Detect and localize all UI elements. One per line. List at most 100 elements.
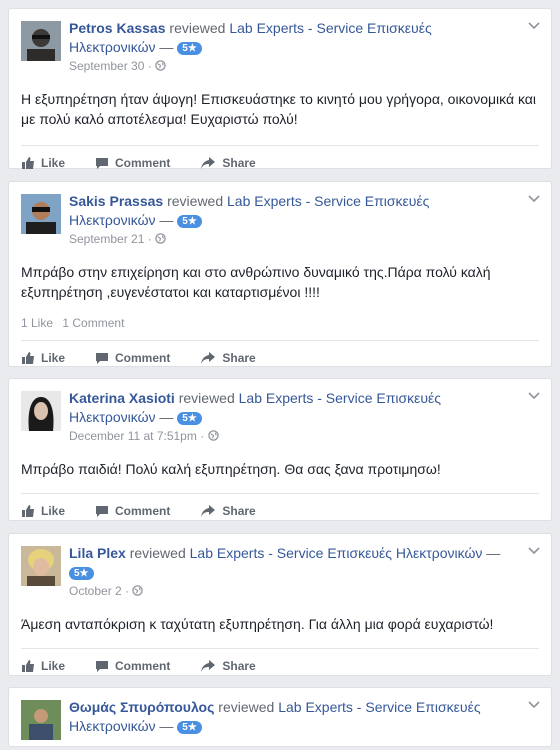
review-author[interactable]: Katerina Xasioti <box>69 390 175 406</box>
comment-label: Comment <box>115 659 171 673</box>
review-card: Petros Kassas reviewed Lab Experts - Ser… <box>8 8 552 170</box>
comment-button[interactable]: Comment <box>95 156 170 170</box>
like-label: Like <box>41 351 66 365</box>
share-label: Share <box>222 351 256 365</box>
dash: — <box>159 409 174 425</box>
comment-label: Comment <box>115 351 171 365</box>
comment-button[interactable]: Comment <box>95 659 170 673</box>
like-button[interactable]: Like <box>21 659 65 673</box>
comment-icon <box>96 661 109 672</box>
meta-dot: · <box>125 584 130 598</box>
dash: — <box>159 39 174 55</box>
review-card: Lila Plex reviewed Lab Experts - Service… <box>8 533 552 676</box>
reviewed-text: reviewed <box>218 699 275 715</box>
rating-badge: 5★ <box>177 215 202 228</box>
avatar[interactable] <box>21 546 61 586</box>
review-author[interactable]: Lila Plex <box>69 545 126 561</box>
review-date[interactable]: September 21 <box>69 232 144 246</box>
avatar[interactable] <box>21 194 61 234</box>
like-button[interactable]: Like <box>21 351 65 365</box>
comment-count[interactable]: 1 Comment <box>62 316 124 330</box>
chevron-down-icon[interactable] <box>527 21 541 31</box>
comment-icon <box>96 353 109 364</box>
review-header: Petros Kassas reviewed Lab Experts - Ser… <box>9 9 551 75</box>
chevron-down-icon[interactable] <box>527 194 541 204</box>
globe-icon <box>155 60 166 71</box>
share-icon <box>201 660 216 672</box>
review-date[interactable]: December 11 at 7:51pm <box>69 429 197 443</box>
globe-icon <box>132 585 144 596</box>
share-icon <box>201 505 216 517</box>
like-button[interactable]: Like <box>21 156 65 170</box>
reviewed-text: reviewed <box>169 20 226 36</box>
globe-icon <box>207 430 219 441</box>
thumbs-up-icon <box>22 505 34 517</box>
share-button[interactable]: Share <box>200 659 256 673</box>
like-label: Like <box>41 659 66 673</box>
rating-badge: 5★ <box>69 567 94 580</box>
share-label: Share <box>222 504 256 518</box>
comment-button[interactable]: Comment <box>95 351 170 365</box>
share-button[interactable]: Share <box>200 351 256 365</box>
chevron-down-icon[interactable] <box>527 700 541 710</box>
share-label: Share <box>222 659 256 673</box>
review-author[interactable]: Petros Kassas <box>69 20 166 36</box>
review-header: Θωμάς Σπυρόπουλος reviewed Lab Experts -… <box>9 688 551 750</box>
page-name-link[interactable]: Lab Experts - Service Επισκευές Ηλεκτρον… <box>190 545 483 561</box>
rating-badge: 5★ <box>177 721 202 734</box>
review-header: Sakis Prassas reviewed Lab Experts - Ser… <box>9 182 551 248</box>
dash: — <box>486 545 501 561</box>
review-header: Lila Plex reviewed Lab Experts - Service… <box>9 534 551 600</box>
share-icon <box>201 157 216 169</box>
review-date[interactable]: September 30 <box>69 59 144 73</box>
comment-icon <box>96 506 109 517</box>
like-label: Like <box>41 156 66 170</box>
share-label: Share <box>222 156 256 170</box>
thumbs-up-icon <box>22 352 34 364</box>
share-icon <box>201 352 216 364</box>
review-header: Katerina Xasioti reviewed Lab Experts - … <box>9 379 551 445</box>
dash: — <box>159 212 174 228</box>
like-count[interactable]: 1 Like <box>21 316 53 330</box>
review-card: Katerina Xasioti reviewed Lab Experts - … <box>8 378 552 521</box>
rating-badge: 5★ <box>177 412 202 425</box>
dash: — <box>159 718 174 734</box>
avatar[interactable] <box>21 21 61 61</box>
review-card: Θωμάς Σπυρόπουλος reviewed Lab Experts -… <box>8 687 552 747</box>
chevron-down-icon[interactable] <box>527 546 541 556</box>
review-date[interactable]: October 2 <box>69 584 122 598</box>
chevron-down-icon[interactable] <box>527 391 541 401</box>
meta-dot: · <box>200 429 205 443</box>
action-bar: Like Comment Share <box>9 341 551 375</box>
rating-badge: 5★ <box>177 42 202 55</box>
reviewed-text: reviewed <box>129 545 186 561</box>
review-text: Η εξυπηρέτηση ήταν άψογη! Επισκευάστηκε … <box>21 91 537 127</box>
share-button[interactable]: Share <box>200 504 256 518</box>
like-label: Like <box>41 504 66 518</box>
avatar[interactable] <box>21 700 61 740</box>
comment-icon <box>96 158 109 169</box>
review-card: Sakis Prassas reviewed Lab Experts - Ser… <box>8 181 552 367</box>
reaction-counts: 1 Like 1 Comment <box>9 302 551 330</box>
review-text: Μπράβο παιδιά! Πολύ καλή εξυπηρέτηση. Θα… <box>21 461 441 477</box>
avatar[interactable] <box>21 391 61 431</box>
share-button[interactable]: Share <box>200 156 256 170</box>
meta-dot: · <box>147 232 152 246</box>
review-text: Μπράβο στην επιχείρηση και στο ανθρώπινο… <box>21 264 491 300</box>
meta-dot: · <box>147 59 152 73</box>
comment-label: Comment <box>115 156 171 170</box>
comment-button[interactable]: Comment <box>95 504 170 518</box>
review-author[interactable]: Θωμάς Σπυρόπουλος <box>69 699 214 715</box>
comment-label: Comment <box>115 504 171 518</box>
reviewed-text: reviewed <box>167 193 224 209</box>
action-bar: Like Comment Share <box>9 649 551 683</box>
reviewed-text: reviewed <box>178 390 235 406</box>
review-text: Άμεση ανταπόκριση κ ταχύτατη εξυπηρέτηση… <box>21 616 494 632</box>
like-button[interactable]: Like <box>21 504 65 518</box>
action-bar: Like Comment Share <box>9 146 551 180</box>
thumbs-up-icon <box>22 660 34 672</box>
review-author[interactable]: Sakis Prassas <box>69 193 163 209</box>
action-bar: Like Comment Share <box>9 494 551 528</box>
globe-icon <box>155 233 166 244</box>
thumbs-up-icon <box>22 157 34 169</box>
